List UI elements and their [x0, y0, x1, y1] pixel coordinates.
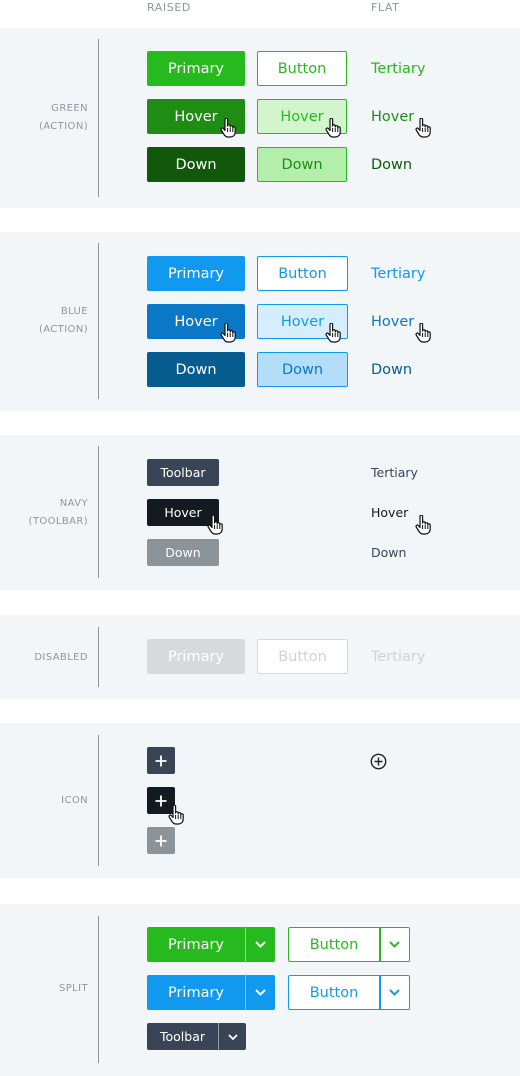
disabled-primary-button: Primary — [147, 639, 245, 674]
navy-split-button: Toolbar — [147, 1023, 246, 1050]
blue-outline-split-button: Button — [288, 975, 410, 1010]
green-outline-split-main[interactable]: Button — [289, 928, 379, 961]
chevron-down-icon — [255, 941, 266, 948]
section-divider — [98, 446, 99, 578]
green-outline-button[interactable]: Button — [257, 51, 347, 86]
circle-plus-icon[interactable] — [370, 753, 387, 770]
navy-split-toolbar[interactable]: Toolbar — [147, 1023, 218, 1050]
blue-section-label: BLUE (ACTION) — [38, 306, 88, 335]
plus-icon — [155, 795, 167, 806]
blue-outline-button[interactable]: Button — [257, 256, 348, 291]
green-tertiary-down-button[interactable]: Down — [371, 147, 412, 182]
blue-outline-down-button[interactable]: Down — [257, 352, 348, 387]
blue-tertiary-button[interactable]: Tertiary — [371, 256, 425, 291]
navy-split-caret[interactable] — [219, 1023, 246, 1050]
chevron-down-icon — [389, 989, 400, 996]
split-section-label: SPLIT — [58, 983, 88, 994]
green-split-caret[interactable] — [246, 927, 275, 962]
blue-split-primary[interactable]: Primary — [147, 975, 245, 1010]
hand-cursor-icon — [415, 118, 431, 138]
hand-cursor-icon — [415, 323, 431, 343]
blue-primary-button[interactable]: Primary — [147, 256, 245, 291]
disabled-outline-button: Button — [257, 639, 348, 674]
green-split-button: Primary — [147, 927, 275, 962]
icon-section: ICON — [0, 723, 520, 878]
blue-tertiary-hover-button[interactable]: Hover — [371, 304, 414, 339]
green-section: GREEN (ACTION) Primary Button Tertiary Ho… — [0, 28, 520, 208]
hand-cursor-icon — [168, 805, 184, 825]
blue-outline-split-caret[interactable] — [381, 976, 409, 1009]
disabled-section-label: DISABLED — [34, 652, 88, 663]
green-tertiary-button[interactable]: Tertiary — [371, 51, 425, 86]
disabled-section: DISABLED Primary Button Tertiary — [0, 615, 520, 699]
blue-tertiary-down-button[interactable]: Down — [371, 352, 412, 387]
icon-section-label: ICON — [61, 795, 88, 806]
chevron-down-icon — [227, 1033, 238, 1040]
green-outline-split-button: Button — [288, 927, 410, 962]
navy-section: NAVY (TOOLBAR) Toolbar Tertiary Hover Hov… — [0, 435, 520, 590]
blue-outline-split-main[interactable]: Button — [289, 976, 379, 1009]
split-section: SPLIT Primary Button Primary Button Tool… — [0, 904, 520, 1076]
section-divider — [98, 627, 99, 687]
hand-cursor-icon — [415, 515, 431, 535]
chevron-down-icon — [389, 941, 400, 948]
green-outline-down-button[interactable]: Down — [257, 147, 347, 182]
section-divider — [98, 39, 99, 197]
green-tertiary-hover-button[interactable]: Hover — [371, 99, 414, 134]
section-divider — [98, 243, 99, 399]
blue-split-caret[interactable] — [246, 975, 275, 1010]
navy-section-label: NAVY (TOOLBAR) — [28, 498, 88, 527]
green-split-primary[interactable]: Primary — [147, 927, 245, 962]
navy-tertiary-button[interactable]: Tertiary — [371, 459, 418, 486]
plus-icon-button[interactable] — [147, 747, 175, 774]
blue-primary-down-button[interactable]: Down — [147, 352, 245, 387]
navy-tertiary-down-button[interactable]: Down — [371, 539, 406, 566]
plus-icon — [155, 755, 167, 766]
hand-cursor-icon — [220, 118, 236, 138]
navy-tertiary-hover-button[interactable]: Hover — [371, 499, 408, 526]
blue-split-button: Primary — [147, 975, 275, 1010]
section-divider — [98, 735, 99, 866]
green-primary-button[interactable]: Primary — [147, 51, 245, 86]
chevron-down-icon — [255, 989, 266, 996]
navy-toolbar-down-button[interactable]: Down — [147, 539, 219, 566]
green-section-label: GREEN (ACTION) — [38, 103, 88, 132]
hand-cursor-icon — [220, 323, 236, 343]
green-primary-down-button[interactable]: Down — [147, 147, 245, 182]
navy-toolbar-button[interactable]: Toolbar — [147, 459, 219, 486]
hand-cursor-icon — [207, 515, 223, 535]
column-header-raised: RAISED — [147, 1, 191, 14]
column-header-flat: FLAT — [371, 1, 400, 14]
hand-cursor-icon — [325, 118, 341, 138]
blue-section: BLUE (ACTION) Primary Button Tertiary Hov… — [0, 232, 520, 411]
green-outline-split-caret[interactable] — [381, 928, 409, 961]
section-divider — [98, 916, 99, 1063]
plus-icon-button-down[interactable] — [147, 827, 175, 854]
disabled-tertiary-button: Tertiary — [371, 648, 426, 665]
hand-cursor-icon — [325, 323, 341, 343]
plus-icon — [155, 835, 167, 846]
